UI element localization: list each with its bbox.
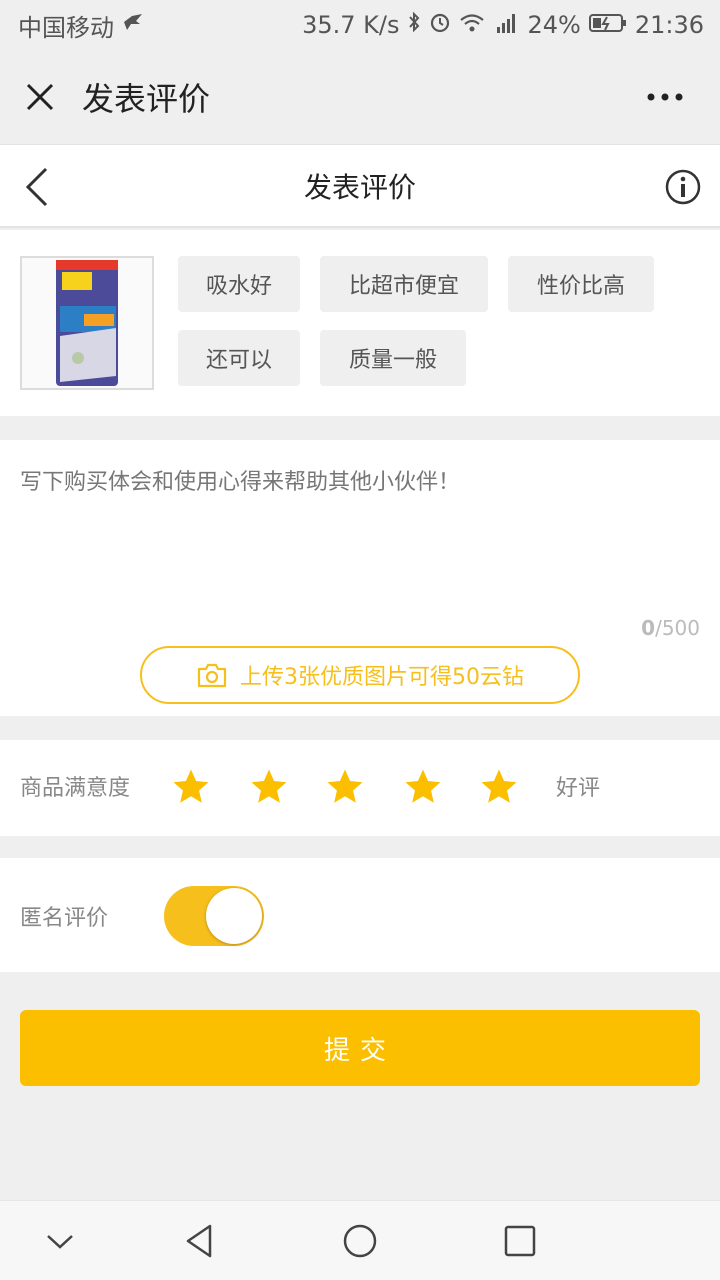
page-title: 发表评价 [303, 170, 416, 204]
anonymous-label: 匿名评价 [20, 906, 109, 931]
battery-charging-icon [588, 11, 627, 39]
rating-label: 商品满意度 [20, 776, 131, 801]
star-3[interactable] [324, 766, 366, 808]
wifi-icon [459, 11, 485, 39]
upload-photo-button[interactable]: 上传3张优质图片可得50云钻 [140, 646, 580, 704]
nav-recents-button[interactable] [500, 1221, 540, 1261]
rating-result: 好评 [556, 776, 601, 801]
tag-option[interactable]: 质量一般 [320, 330, 466, 386]
more-button[interactable] [646, 50, 684, 144]
webview-title: 发表评价 [82, 80, 211, 118]
char-counter: 0/500 [641, 616, 700, 640]
star-2[interactable] [248, 766, 290, 808]
star-4[interactable] [402, 766, 444, 808]
clock: 21:36 [634, 11, 704, 39]
tag-option[interactable]: 比超市便宜 [320, 256, 488, 312]
alarm-icon [429, 11, 451, 39]
nav-back-button[interactable] [180, 1221, 220, 1261]
info-icon [665, 169, 701, 205]
nav-home-button[interactable] [340, 1221, 380, 1261]
tag-option[interactable]: 性价比高 [508, 256, 654, 312]
star-5[interactable] [478, 766, 520, 808]
carrier-label: 中国移动 [18, 13, 114, 42]
comment-textarea[interactable]: 写下购买体会和使用心得来帮助其他小伙伴！ [20, 464, 460, 496]
back-button[interactable] [18, 163, 58, 211]
chevron-left-icon [25, 167, 48, 207]
network-speed: 35.7 K/s [302, 11, 400, 39]
rating-section: 商品满意度 好评 [0, 740, 720, 836]
char-count-max: /500 [655, 616, 700, 640]
tag-option[interactable]: 还可以 [178, 330, 300, 386]
tag-option[interactable]: 吸水好 [178, 256, 300, 312]
signal-4g-icon [493, 11, 519, 39]
star-1[interactable] [170, 766, 212, 808]
close-button[interactable] [0, 50, 80, 144]
anonymous-toggle[interactable] [164, 886, 264, 946]
home-circle-icon [343, 1224, 377, 1258]
char-count-current: 0 [641, 616, 656, 640]
product-thumbnail [20, 256, 154, 390]
chevron-down-icon [47, 1235, 73, 1249]
bluetooth-icon [407, 11, 421, 39]
back-triangle-icon [186, 1224, 212, 1258]
product-section: 吸水好 比超市便宜 性价比高 还可以 质量一般 [0, 230, 720, 416]
battery-percent: 24% [527, 11, 581, 39]
more-icon [647, 93, 683, 101]
recents-square-icon [504, 1225, 536, 1257]
status-bar: 中国移动 35.7 K/s 24% 21:36 [0, 0, 720, 50]
upload-label: 上传3张优质图片可得50云钻 [240, 665, 524, 690]
webview-titlebar: 发表评价 [0, 50, 720, 144]
page-header: 发表评价 [0, 144, 720, 228]
camera-icon [197, 663, 227, 688]
close-icon [26, 83, 54, 111]
network-bird-icon [122, 12, 144, 38]
hide-keyboard-button[interactable] [40, 1221, 80, 1261]
anonymous-section: 匿名评价 [0, 858, 720, 972]
toggle-knob [206, 888, 262, 944]
submit-button[interactable]: 提交 [20, 1010, 700, 1086]
comment-section: 写下购买体会和使用心得来帮助其他小伙伴！ 0/500 上传3张优质图片可得50云… [0, 440, 720, 716]
system-nav-bar [0, 1200, 720, 1280]
info-button[interactable] [664, 168, 702, 206]
